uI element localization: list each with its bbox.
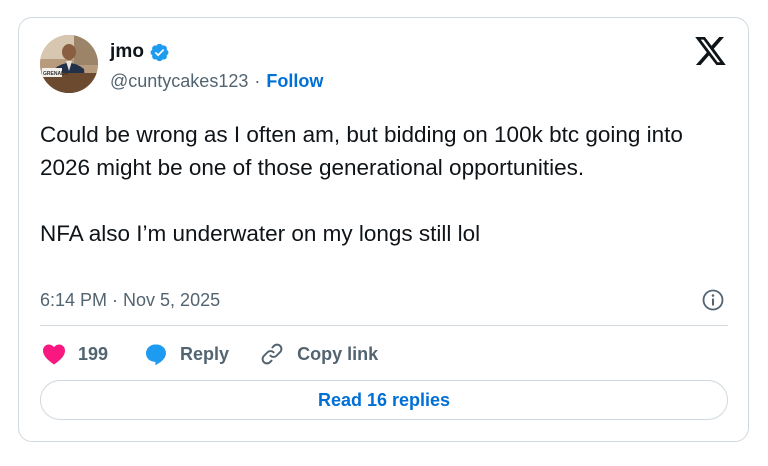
author-name-row: jmo	[110, 40, 170, 64]
tweet-embed-card: GRENADA jmo @cuntycakes123 · Follow Coul…	[18, 17, 749, 442]
follow-button[interactable]: Follow	[266, 71, 323, 92]
author-handle[interactable]: @cuntycakes123	[110, 71, 248, 92]
like-button[interactable]: 199	[42, 343, 108, 365]
link-icon	[261, 343, 283, 365]
tweet-actions: 199 Reply Copy link	[42, 340, 414, 368]
handle-separator: ·	[254, 70, 261, 91]
heart-icon	[43, 344, 65, 365]
copy-link-label: Copy link	[297, 343, 379, 364]
info-icon[interactable]	[701, 288, 725, 312]
like-count: 199	[78, 343, 109, 364]
tweet-paragraph: Could be wrong as I often am, but biddin…	[40, 122, 683, 180]
author-name[interactable]: jmo	[110, 41, 144, 63]
x-logo-icon[interactable]	[695, 37, 726, 65]
reply-bubble-icon	[146, 344, 167, 366]
tweet-text: Could be wrong as I often am, but biddin…	[40, 118, 720, 250]
author-handle-row: @cuntycakes123 · Follow	[110, 69, 323, 93]
read-replies-button[interactable]: Read 16 replies	[40, 380, 728, 420]
verified-badge-icon	[150, 43, 169, 61]
paragraph-spacer	[40, 184, 720, 217]
tweet-paragraph: NFA also I’m underwater on my longs stil…	[40, 221, 481, 246]
avatar-sign-text: GRENADA	[43, 71, 69, 77]
reply-button[interactable]: Reply	[144, 342, 229, 366]
copy-link-button[interactable]: Copy link	[259, 341, 378, 367]
divider	[40, 325, 728, 326]
avatar[interactable]: GRENADA	[40, 35, 98, 93]
tweet-timestamp[interactable]: 6:14 PM · Nov 5, 2025	[40, 288, 220, 312]
reply-label: Reply	[180, 343, 230, 364]
avatar-photo: GRENADA	[40, 35, 98, 93]
